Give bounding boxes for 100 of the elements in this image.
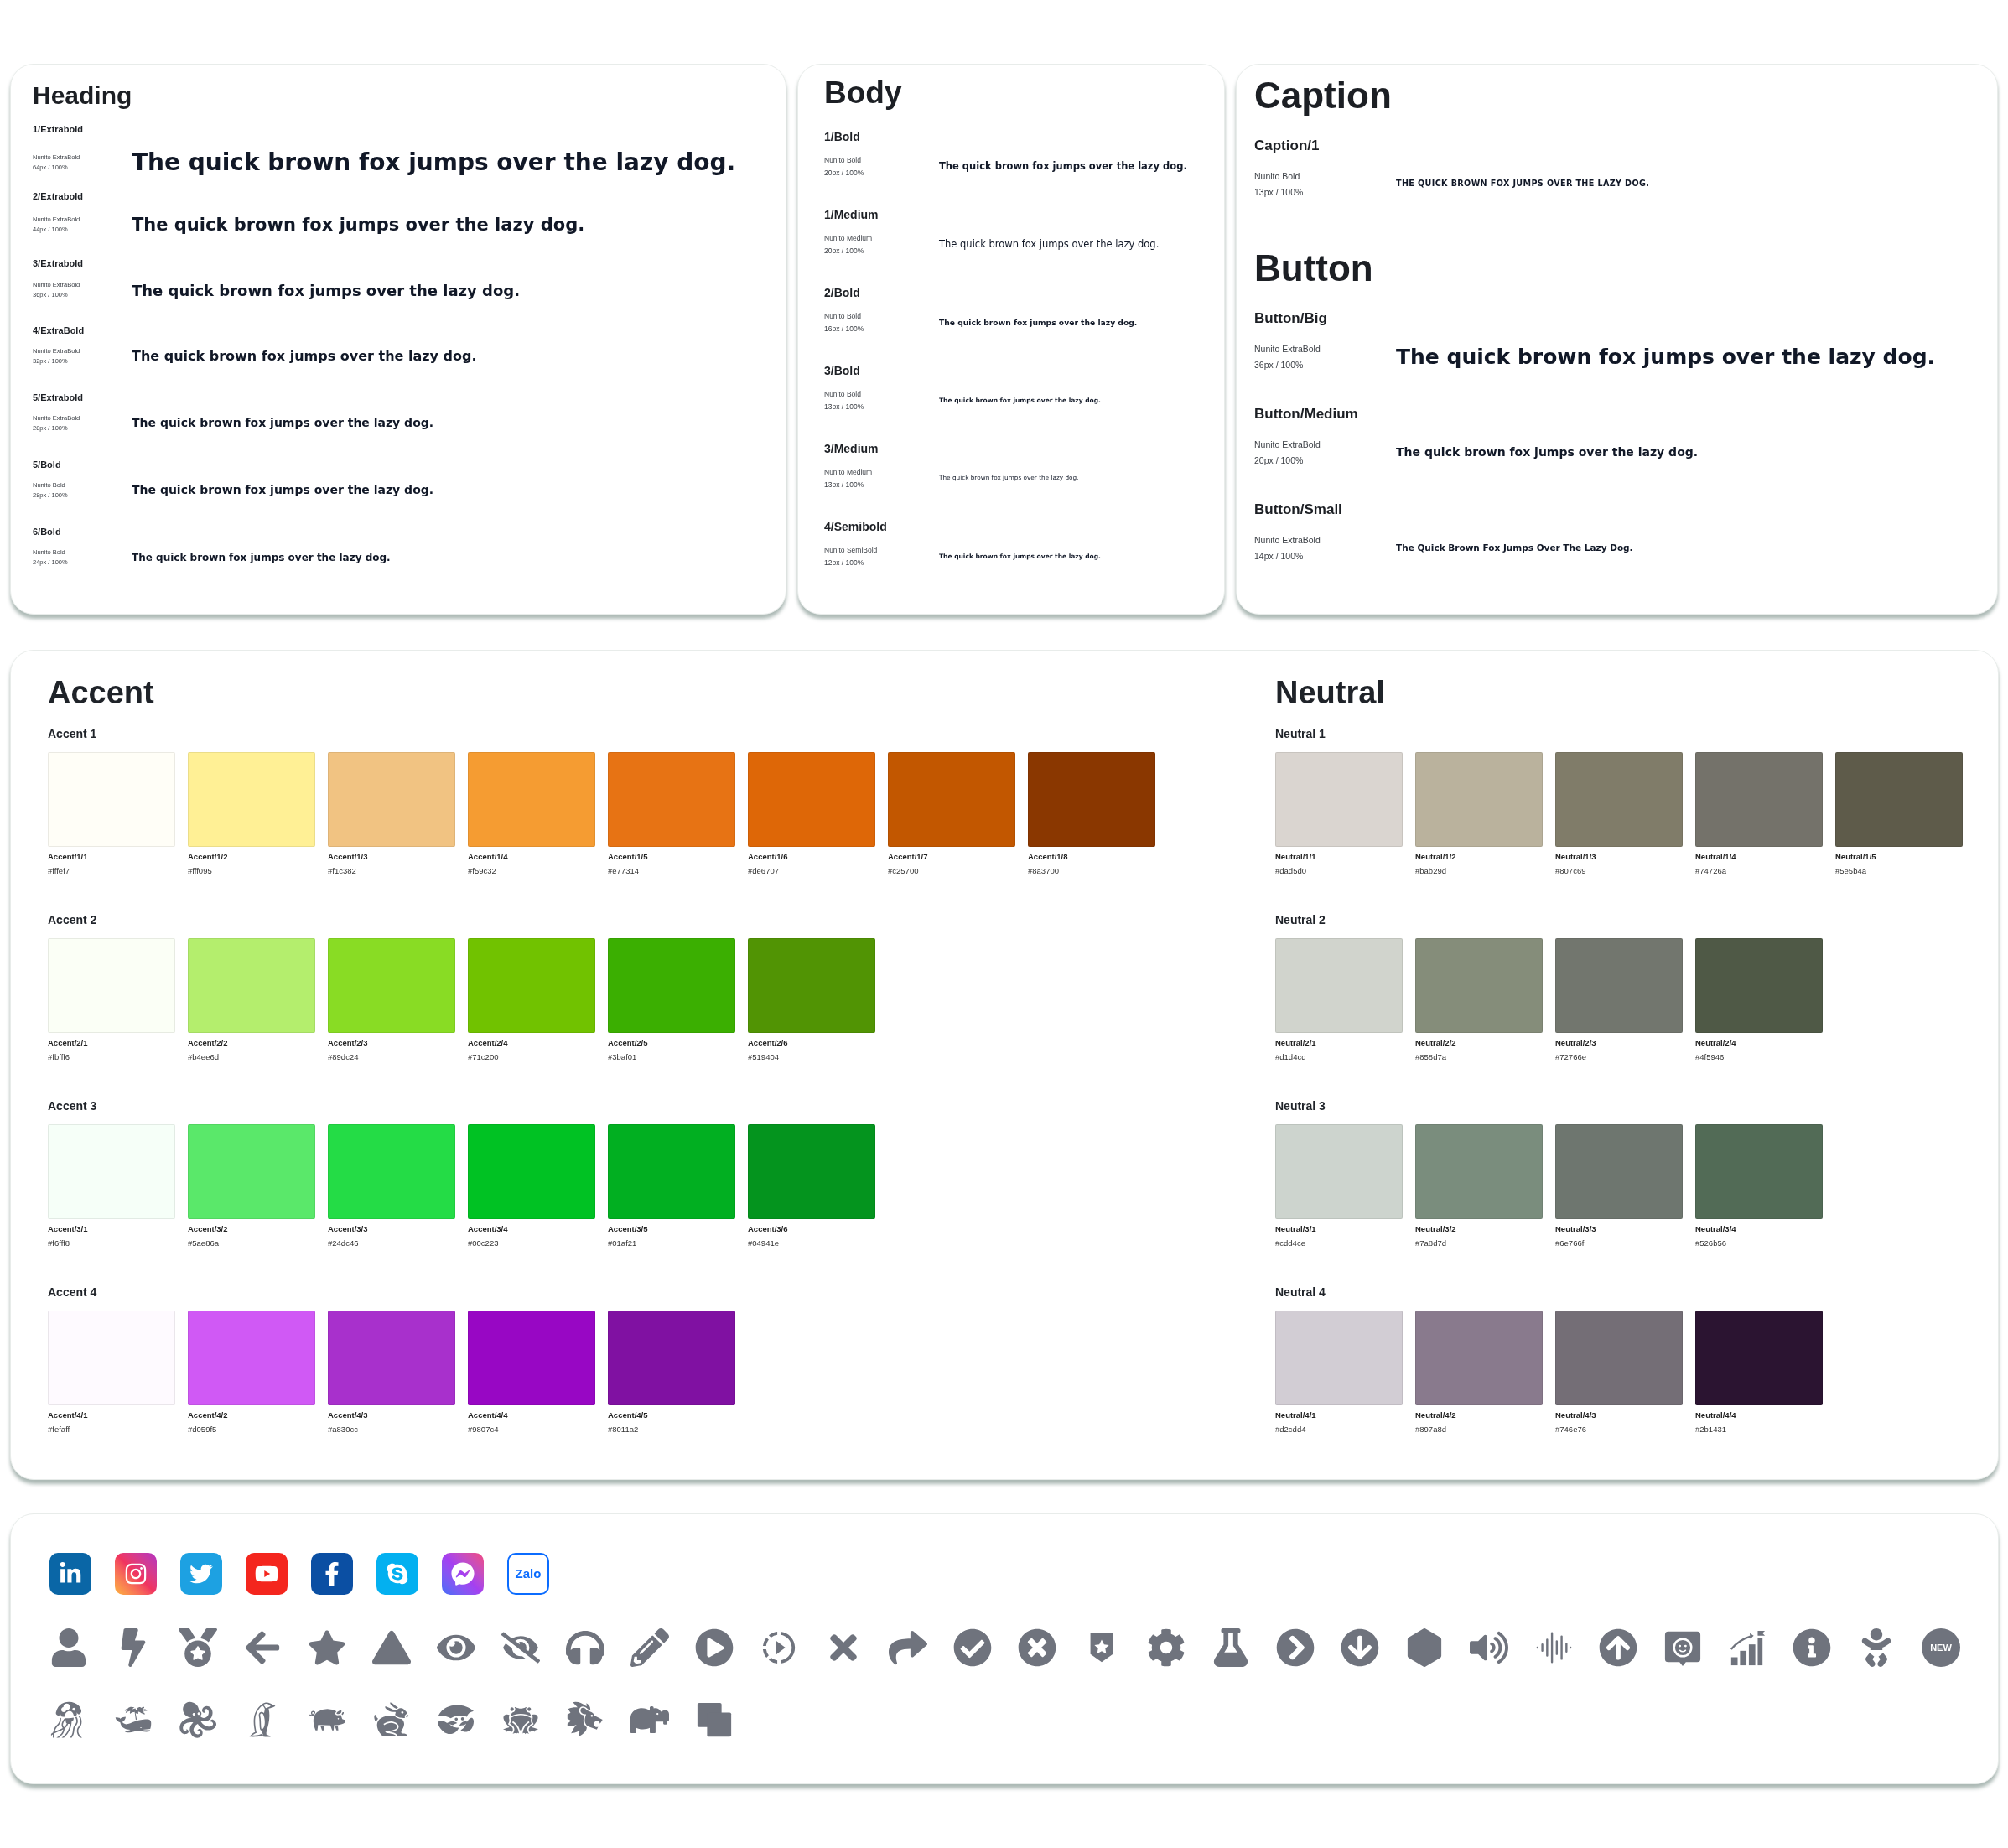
- group-title: Neutral 2: [1275, 912, 1326, 928]
- font-spec: 36px / 100%: [1254, 358, 1304, 371]
- swatch-label: Neutral/3/1: [1275, 1223, 1316, 1235]
- hex-code: #04941e: [748, 1238, 779, 1250]
- font-name: Nunito SemiBold: [824, 544, 878, 556]
- hex-code: #00c223: [468, 1238, 499, 1250]
- style-name: Caption/1: [1254, 137, 1320, 155]
- swatch-label: Neutral/2/3: [1555, 1037, 1596, 1049]
- hex-code: #24dc46: [328, 1238, 359, 1250]
- swatch-label: Neutral/4/1: [1275, 1409, 1316, 1421]
- lion-icon: [566, 1700, 604, 1739]
- pencil-icon: [630, 1628, 669, 1667]
- style-name: 5/Bold: [33, 459, 61, 471]
- headphones-icon: [566, 1628, 604, 1667]
- style-name: 1/Bold: [824, 128, 860, 145]
- hex-code: #89dc24: [328, 1051, 359, 1064]
- hex-code: #72766e: [1555, 1051, 1586, 1064]
- style-name: 5/Extrabold: [33, 392, 83, 404]
- hex-code: #b4ee6d: [188, 1051, 219, 1064]
- swatch-label: Neutral/2/4: [1695, 1037, 1736, 1049]
- font-name: Nunito Bold: [824, 154, 861, 166]
- style-name: 3/Medium: [824, 440, 879, 457]
- font-name: Nunito Bold: [1254, 169, 1300, 183]
- hex-code: #dad5d0: [1275, 865, 1306, 878]
- skype-logo: [376, 1553, 418, 1595]
- font-spec: 20px / 100%: [824, 245, 864, 257]
- hex-code: #5ae86a: [188, 1238, 219, 1250]
- swatch-label: Neutral/3/3: [1555, 1223, 1596, 1235]
- hex-code: #5e5b4a: [1835, 865, 1866, 878]
- style-name: Button/Small: [1254, 501, 1342, 519]
- hex-code: #7a8d7d: [1415, 1238, 1446, 1250]
- swatch-label: Accent/1/4: [468, 851, 508, 863]
- hex-code: #e77314: [608, 865, 639, 878]
- group-title: Neutral 4: [1275, 1285, 1326, 1300]
- sample-text: The quick brown fox jumps over the lazy dog.: [939, 158, 1187, 174]
- swatch-label: Accent/2/3: [328, 1037, 368, 1049]
- close-icon: [1018, 1628, 1056, 1667]
- linkedin-logo: [49, 1553, 91, 1595]
- swatch-label: Accent/3/3: [328, 1223, 368, 1235]
- swatch-label: Neutral/1/5: [1835, 851, 1876, 863]
- sample-text: The quick brown fox jumps over the lazy dog.: [1396, 343, 1936, 371]
- font-spec: 13px / 100%: [824, 479, 864, 491]
- style-name: Button/Big: [1254, 309, 1327, 328]
- font-name: Nunito ExtraBold: [1254, 438, 1321, 451]
- swatch-label: Accent/2/6: [748, 1037, 788, 1049]
- swatch-label: Accent/2/5: [608, 1037, 648, 1049]
- swatch-label: Neutral/2/2: [1415, 1037, 1456, 1049]
- swatch-label: Accent/2/2: [188, 1037, 228, 1049]
- left-arrow-icon: [243, 1628, 282, 1667]
- swatch-label: Accent/4/3: [328, 1409, 368, 1421]
- hexagon-icon: [1405, 1628, 1444, 1667]
- hex-code: #858d7a: [1415, 1051, 1446, 1064]
- swatch-label: Accent/3/5: [608, 1223, 648, 1235]
- hex-code: #f1c382: [328, 865, 356, 878]
- swatch-label: Accent/2/4: [468, 1037, 508, 1049]
- hex-code: #6e766f: [1555, 1238, 1585, 1250]
- font-name: Nunito Medium: [824, 232, 873, 244]
- hex-code: #807c69: [1555, 865, 1586, 878]
- style-name: 6/Bold: [33, 526, 61, 538]
- sample-text: THE QUICK BROWN FOX JUMPS OVER THE LAZY DOG.: [1396, 178, 1650, 190]
- star-icon: [308, 1628, 346, 1667]
- swatch-label: Neutral/2/1: [1275, 1037, 1316, 1049]
- group-title: Accent 3: [48, 1098, 97, 1114]
- group-title: Accent 1: [48, 726, 97, 742]
- hex-code: #8a3700: [1028, 865, 1059, 878]
- hex-code: #d1d4cd: [1275, 1051, 1306, 1064]
- sample-text: The quick brown fox jumps over the lazy dog.: [939, 236, 1160, 252]
- swatch-label: Neutral/3/4: [1695, 1223, 1736, 1235]
- hex-code: #bab29d: [1415, 865, 1446, 878]
- hex-code: #519404: [748, 1051, 779, 1064]
- swatch-label: Neutral/4/4: [1695, 1409, 1736, 1421]
- facebook-logo: [311, 1553, 353, 1595]
- style-name: 1/Medium: [824, 206, 879, 223]
- settings-icon: [1147, 1628, 1186, 1667]
- info-icon: [1793, 1628, 1831, 1667]
- triangle-icon: [372, 1628, 411, 1667]
- twitter-logo: [180, 1553, 222, 1595]
- sample-text: The quick brown fox jumps over the lazy dog.: [132, 346, 477, 366]
- font-spec: 13px / 100%: [824, 401, 864, 413]
- swatch-label: Accent/1/5: [608, 851, 648, 863]
- font-name: Nunito Medium: [824, 466, 873, 478]
- hex-code: #c25700: [888, 865, 919, 878]
- messenger-logo: [442, 1553, 484, 1595]
- hex-code: #d2cdd4: [1275, 1424, 1306, 1436]
- sample-text: The quick brown fox jumps over the lazy dog.: [132, 550, 391, 565]
- card-title: Heading: [33, 80, 132, 111]
- hex-code: #fff095: [188, 865, 212, 878]
- style-name: 1/Extrabold: [33, 123, 83, 136]
- font-spec: 14px / 100%: [1254, 549, 1304, 563]
- card-title: Caption: [1254, 74, 1392, 117]
- zalo-logo: Zalo: [507, 1553, 549, 1595]
- sample-text: The quick brown fox jumps over the lazy dog.: [1396, 444, 1699, 460]
- swatch-label: Neutral/1/3: [1555, 851, 1596, 863]
- hex-code: #3baf01: [608, 1051, 637, 1064]
- swatch-label: Accent/3/6: [748, 1223, 788, 1235]
- swatch-label: Accent/1/2: [188, 851, 228, 863]
- sample-text: The quick brown fox jumps over the lazy dog.: [132, 482, 434, 498]
- overlapping-squares-icon: [695, 1700, 734, 1739]
- style-name: 2/Extrabold: [33, 190, 83, 203]
- hex-code: #a830cc: [328, 1424, 358, 1436]
